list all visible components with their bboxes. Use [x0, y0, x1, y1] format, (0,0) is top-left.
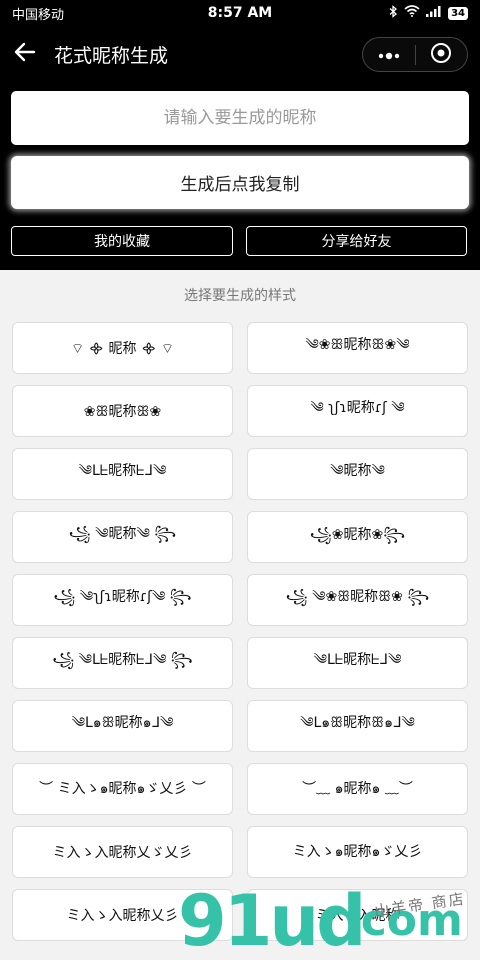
- share-friends-button[interactable]: 分享给好友: [246, 226, 467, 256]
- wifi-icon: [404, 5, 420, 21]
- style-option[interactable]: ミ入ゝ๑昵称๑ゞ乂彡: [247, 826, 468, 878]
- nickname-input[interactable]: [11, 91, 469, 145]
- style-option[interactable]: ミ入ゝ入昵称乂彡: [12, 889, 233, 941]
- generate-copy-button[interactable]: 生成后点我复制: [11, 156, 469, 209]
- nav-bar: 花式昵称生成: [0, 26, 480, 82]
- style-option[interactable]: ꧁ ༄❀ꕥ昵称ꕥ❀ ꧂: [247, 574, 468, 626]
- status-bar: 中国移动 8:57 AM 34: [0, 0, 480, 26]
- signal-icon: [426, 5, 442, 21]
- battery-level: 34: [448, 6, 468, 20]
- bluetooth-icon: [389, 4, 398, 22]
- style-option[interactable]: ミ入ゝ入昵称: [247, 889, 468, 941]
- style-option[interactable]: ⌔ ᯽ 昵称 ᯽ ⌔: [12, 322, 233, 374]
- style-option[interactable]: ༄昵称༄: [247, 448, 468, 500]
- style-option[interactable]: ༄ ʅʃɿ昵称ɾʃ ༄: [247, 385, 468, 437]
- back-button[interactable]: [0, 26, 50, 82]
- style-option[interactable]: ︶ ミ入ゝ๑昵称๑ゞ乂彡 ︶: [12, 763, 233, 815]
- style-option[interactable]: ༄ᒪᖶ昵称ᖶᒧ༄: [247, 637, 468, 689]
- status-right: 34: [389, 4, 468, 22]
- style-option[interactable]: ︶﹏ ๑昵称๑ ﹏︶: [247, 763, 468, 815]
- style-option[interactable]: ꧁ ༄ᒪᖶ昵称ᖶᒧ༄ ꧂: [12, 637, 233, 689]
- style-option[interactable]: ꧁ ༄昵称༄ ꧂: [12, 511, 233, 563]
- header-section: 中国移动 8:57 AM 34 花式昵称生成 请输入要生成的昵称 生成后点我复制…: [0, 0, 480, 270]
- more-button[interactable]: [363, 38, 415, 71]
- style-option[interactable]: ༄ᒪ๑ꕥ昵称๑ᒧ༄: [12, 700, 233, 752]
- close-program-button[interactable]: [416, 38, 468, 71]
- style-option[interactable]: ꧁ ༄ʅʃɿ昵称ɾʃ༄ ꧂: [12, 574, 233, 626]
- target-circle-icon: [430, 42, 452, 68]
- arrow-left-icon: [14, 42, 36, 66]
- style-option[interactable]: ミ入ゝ入昵称乂ゞ乂彡: [12, 826, 233, 878]
- more-dots-icon: [377, 45, 401, 64]
- style-section-title: 选择要生成的样式: [184, 288, 296, 304]
- style-option[interactable]: ❀ꕥ昵称ꕥ❀: [12, 385, 233, 437]
- my-favorites-button[interactable]: 我的收藏: [11, 226, 233, 256]
- carrier-label: 中国移动: [12, 7, 65, 23]
- app-root: 中国移动 8:57 AM 34 花式昵称生成 请输入要生成的昵称 生成后点我复制…: [0, 0, 480, 960]
- style-option[interactable]: ༄ᒪᖶ昵称ᖶᒧ༄: [12, 448, 233, 500]
- style-option[interactable]: ༄❀ꕥ昵称ꕥ❀༄: [247, 322, 468, 374]
- page-title: 花式昵称生成: [54, 44, 169, 67]
- style-option[interactable]: ꧁❀昵称❀꧂: [247, 511, 468, 563]
- status-left: 中国移动: [12, 4, 64, 23]
- mini-program-capsule: [362, 37, 468, 72]
- style-option[interactable]: ༄ᒪ๑ꕥ昵称ꕥ๑ᒧ༄: [247, 700, 468, 752]
- style-grid: ⌔ ᯽ 昵称 ᯽ ⌔ ༄❀ꕥ昵称ꕥ❀༄ ❀ꕥ昵称ꕥ❀ ༄ ʅʃɿ昵称ɾʃ ༄ ༄…: [12, 322, 468, 941]
